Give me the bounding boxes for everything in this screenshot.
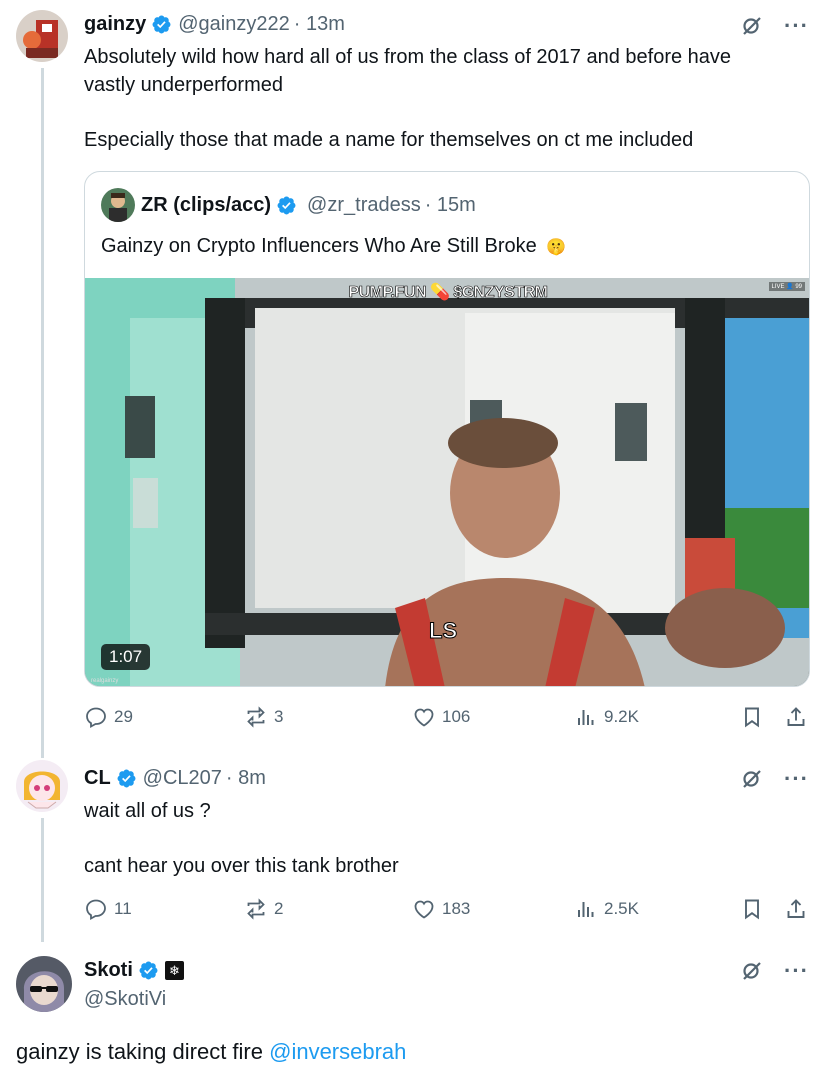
repost-icon (244, 705, 268, 729)
author-name[interactable]: CL (84, 767, 111, 790)
post-text-line: vastly underperformed (84, 74, 283, 96)
reply-count: 11 (114, 899, 132, 918)
verified-badge-icon (138, 960, 159, 981)
video-duration: 1:07 (101, 644, 151, 670)
repost-count: 2 (274, 899, 284, 918)
live-badge: LIVE 👤 99 (768, 282, 805, 291)
views-count: 9.2K (604, 707, 639, 726)
bookmark-icon (740, 705, 764, 729)
post-time[interactable]: · 8m (226, 767, 266, 790)
verified-badge-icon (276, 195, 297, 216)
more-icon[interactable]: ··· (784, 15, 809, 37)
views-button[interactable]: 9.2K (574, 705, 639, 729)
views-button[interactable]: 2.5K (574, 897, 639, 921)
post-actions: 11 2 183 2.5K (84, 897, 810, 925)
avatar[interactable] (16, 956, 72, 1012)
post-top-actions: ··· (740, 14, 809, 38)
author-handle-row: @SkotiVi (84, 988, 166, 1011)
post-text-line: Especially those that made a name for th… (84, 129, 694, 151)
post-cl: CL @CL207 · 8m ··· wait all of us ? cant… (0, 760, 827, 942)
post-time[interactable]: · 13m (294, 13, 345, 36)
quoted-post-header: ZR (clips/acc) @zr_tradess · 15m (101, 188, 476, 222)
views-icon (574, 897, 598, 921)
more-icon[interactable]: ··· (784, 960, 809, 982)
verified-badge-icon (151, 14, 172, 35)
verified-badge-icon (116, 768, 137, 789)
affiliate-badge-icon[interactable]: ❄ (164, 961, 184, 980)
quoted-post[interactable]: ZR (clips/acc) @zr_tradess · 15m Gainzy … (84, 171, 810, 687)
share-icon (784, 705, 808, 729)
repost-count: 3 (274, 707, 284, 726)
post-gainzy: gainzy @gainzy222 · 13m ··· Absolutely w… (0, 0, 827, 760)
post-actions: 29 3 106 9.2K (84, 705, 810, 733)
share-button[interactable] (784, 705, 814, 729)
views-icon (574, 705, 598, 729)
post-top-actions: ··· (740, 767, 809, 791)
quoted-post-time: · 15m (424, 193, 476, 216)
bookmark-button[interactable] (740, 897, 770, 921)
share-icon (784, 897, 808, 921)
quoted-post-text: Gainzy on Crypto Influencers Who Are Sti… (101, 232, 566, 262)
post-text: gainzy is taking direct fire @inversebra… (16, 1038, 406, 1066)
video-player[interactable]: PUMP.FUN 💊 $GNZYSTRM LIVE 👤 99 LS 1:07 r… (85, 278, 809, 686)
avatar[interactable] (16, 760, 68, 812)
author-name[interactable]: Skoti (84, 959, 133, 982)
reply-icon (84, 897, 108, 921)
post-header: CL @CL207 · 8m (84, 767, 266, 790)
like-count: 183 (442, 899, 471, 918)
repost-button[interactable]: 2 (244, 897, 283, 921)
like-icon (412, 705, 436, 729)
like-button[interactable]: 106 (412, 705, 470, 729)
reply-button[interactable]: 11 (84, 897, 132, 921)
thread-line (41, 818, 44, 942)
repost-icon (244, 897, 268, 921)
author-handle[interactable]: @CL207 (143, 767, 222, 790)
like-count: 106 (442, 707, 471, 726)
mention-link[interactable]: @inversebrah (269, 1039, 406, 1064)
author-name[interactable]: gainzy (84, 13, 146, 36)
grok-icon[interactable] (740, 959, 764, 983)
quoted-text: Gainzy on Crypto Influencers Who Are Sti… (101, 235, 537, 257)
author-handle[interactable]: @gainzy222 (178, 13, 289, 36)
post-text-line: Absolutely wild how hard all of us from … (84, 46, 732, 68)
more-icon[interactable]: ··· (784, 768, 809, 790)
like-button[interactable]: 183 (412, 897, 470, 921)
author-handle[interactable]: @SkotiVi (84, 988, 166, 1011)
reply-count: 29 (114, 707, 133, 726)
views-count: 2.5K (604, 899, 639, 918)
bookmark-icon (740, 897, 764, 921)
quoted-avatar (101, 188, 135, 222)
post-header: gainzy @gainzy222 · 13m (84, 13, 345, 36)
post-text: wait all of us ? cant hear you over this… (84, 797, 804, 880)
post-text-line: cant hear you over this tank brother (84, 855, 399, 877)
video-caption: LS (428, 618, 458, 644)
post-text-body: gainzy is taking direct fire (16, 1039, 270, 1064)
post-text: Absolutely wild how hard all of us from … (84, 43, 804, 154)
post-header: Skoti ❄ (84, 959, 184, 982)
video-overlay-stamp: PUMP.FUN 💊 $GNZYSTRM (348, 284, 548, 302)
grok-icon[interactable] (740, 767, 764, 791)
post-skoti: Skoti ❄ @SkotiVi ··· gainzy is taking di… (0, 940, 827, 1086)
avatar[interactable] (16, 10, 68, 62)
grok-icon[interactable] (740, 14, 764, 38)
reply-icon (84, 705, 108, 729)
thread-line (41, 68, 44, 758)
quoted-emoji: 🤫 (546, 239, 567, 256)
like-icon (412, 897, 436, 921)
bookmark-button[interactable] (740, 705, 770, 729)
repost-button[interactable]: 3 (244, 705, 283, 729)
video-watermark: realgainzy (91, 678, 119, 684)
post-text-line: wait all of us ? (84, 800, 211, 822)
quoted-author-name: ZR (clips/acc) (141, 193, 272, 216)
post-top-actions: ··· (740, 959, 809, 983)
quoted-author-handle: @zr_tradess (307, 193, 421, 216)
reply-button[interactable]: 29 (84, 705, 133, 729)
share-button[interactable] (784, 897, 814, 921)
